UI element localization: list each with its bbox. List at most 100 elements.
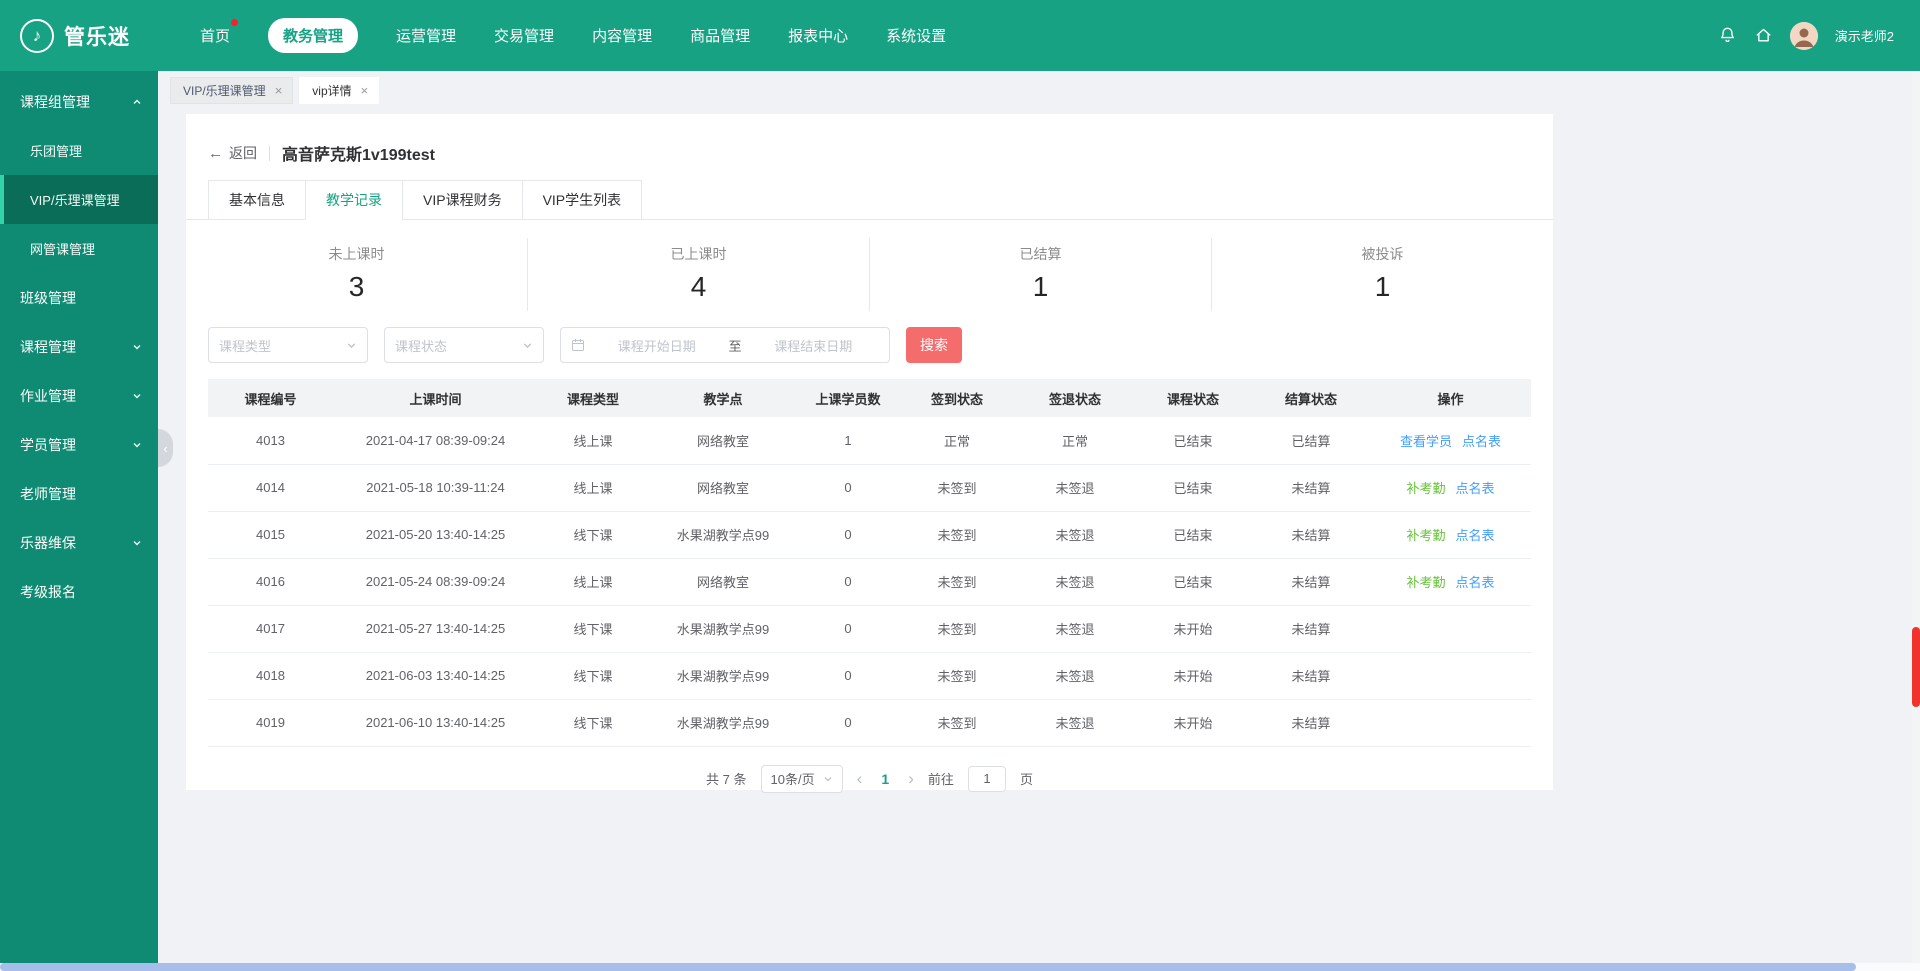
action-link[interactable]: 补考勤	[1406, 528, 1445, 543]
date-range-picker[interactable]: 课程开始日期 至 课程结束日期	[560, 327, 890, 363]
detail-tab[interactable]: VIP学生列表	[522, 180, 643, 220]
nav-item[interactable]: 报表中心	[788, 18, 848, 53]
sidebar-item[interactable]: 乐器维保	[0, 518, 158, 567]
tab-close-icon[interactable]: ×	[275, 84, 283, 97]
sidebar-item[interactable]: 课程组管理	[0, 77, 158, 126]
sidebar-item[interactable]: 学员管理	[0, 420, 158, 469]
back-arrow-icon: ←	[208, 146, 223, 161]
filter-bar: 课程类型 课程状态 课程开始日期 至 课程结束日期 搜索	[208, 327, 1531, 363]
sidebar-subitem-label: 乐团管理	[30, 141, 82, 160]
nav-item[interactable]: 系统设置	[886, 18, 946, 53]
table-cell: 已结算	[1252, 417, 1370, 464]
detail-tab[interactable]: VIP课程财务	[402, 180, 523, 220]
table-cell: 线上课	[538, 558, 648, 605]
page-tab[interactable]: VIP/乐理课管理×	[170, 77, 293, 104]
main-content: ‹ VIP/乐理课管理× vip详情 × ← 返回 高音萨克斯1v199test 基…	[158, 71, 1920, 971]
action-link[interactable]: 补考勤	[1406, 575, 1445, 590]
tab-close-icon[interactable]: ×	[361, 84, 369, 97]
sidebar-item[interactable]: 作业管理	[0, 371, 158, 420]
table-cell: 未结算	[1252, 699, 1370, 746]
nav-item-label: 交易管理	[494, 28, 554, 45]
sidebar-item-label: 学员管理	[20, 435, 76, 455]
calendar-icon	[571, 338, 585, 352]
table-cell: 网络教室	[648, 464, 798, 511]
goto-page-input[interactable]	[968, 766, 1006, 792]
chevron-left-icon: ‹	[163, 441, 167, 456]
actions-cell: 补考勤点名表	[1370, 464, 1531, 511]
current-page[interactable]: 1	[876, 771, 894, 787]
sidebar-subitem[interactable]: 乐团管理	[0, 126, 158, 175]
sidebar-item[interactable]: 班级管理	[0, 273, 158, 322]
column-header: 签退状态	[1016, 379, 1134, 417]
top-navbar: ♪ 管乐迷 首页 教务管理 运营管理 交易管理 内容管理 商品管理 报表中心 系统设置 演示老…	[0, 0, 1920, 71]
column-header: 课程类型	[538, 379, 648, 417]
stat: 已上课时4	[527, 238, 869, 311]
action-link[interactable]: 点名表	[1462, 434, 1501, 449]
action-link[interactable]: 查看学员	[1400, 434, 1452, 449]
table-cell: 已结束	[1134, 558, 1252, 605]
column-header: 上课学员数	[798, 379, 898, 417]
home-icon[interactable]	[1754, 26, 1773, 45]
page-size-select[interactable]: 10条/页	[761, 765, 843, 793]
avatar[interactable]	[1790, 22, 1818, 50]
table-cell: 未结算	[1252, 558, 1370, 605]
table-body: 40132021-04-17 08:39-09:24线上课网络教室1正常正常已结…	[208, 417, 1531, 746]
table-cell: 2021-06-10 13:40-14:25	[333, 699, 538, 746]
nav-item[interactable]: 首页	[200, 18, 230, 53]
brand[interactable]: ♪ 管乐迷	[0, 19, 190, 53]
page-tab-label: vip详情	[312, 82, 351, 99]
action-link[interactable]: 点名表	[1456, 481, 1495, 496]
action-link[interactable]: 点名表	[1456, 528, 1495, 543]
sidebar-item[interactable]: 考级报名	[0, 567, 158, 616]
page-title: 高音萨克斯1v199test	[282, 141, 435, 165]
divider	[269, 146, 270, 161]
detail-tab[interactable]: 基本信息	[208, 180, 306, 220]
table-cell: 未签到	[898, 464, 1016, 511]
horizontal-scrollbar[interactable]	[0, 963, 1920, 971]
action-link[interactable]: 补考勤	[1406, 481, 1445, 496]
open-tabs: VIP/乐理课管理× vip详情 ×	[158, 71, 1920, 104]
course-type-select[interactable]: 课程类型	[208, 327, 368, 363]
nav-item[interactable]: 交易管理	[494, 18, 554, 53]
page-tab[interactable]: vip详情 ×	[299, 77, 379, 104]
course-status-select[interactable]: 课程状态	[384, 327, 544, 363]
stat: 未上课时3	[186, 238, 527, 311]
chevron-down-icon	[522, 340, 533, 351]
table-cell: 4019	[208, 699, 333, 746]
bell-icon[interactable]	[1718, 26, 1737, 45]
vertical-scrollbar[interactable]	[1912, 71, 1920, 963]
sidebar-collapse-button[interactable]: ‹	[158, 429, 173, 467]
back-button[interactable]: ← 返回	[208, 143, 257, 163]
sidebar-item[interactable]: 课程管理	[0, 322, 158, 371]
table-cell: 0	[798, 558, 898, 605]
table-cell: 未开始	[1134, 605, 1252, 652]
next-page-button[interactable]: ›	[908, 770, 914, 787]
prev-page-button[interactable]: ‹	[857, 770, 863, 787]
table-cell: 线下课	[538, 699, 648, 746]
actions-cell: 查看学员点名表	[1370, 417, 1531, 464]
sidebar-item-label: 考级报名	[20, 582, 76, 602]
user-name[interactable]: 演示老师2	[1835, 26, 1894, 45]
nav-item[interactable]: 商品管理	[690, 18, 750, 53]
nav-item[interactable]: 内容管理	[592, 18, 652, 53]
table-cell: 0	[798, 699, 898, 746]
date-start-placeholder: 课程开始日期	[591, 336, 723, 355]
horizontal-scrollbar-thumb[interactable]	[0, 963, 1856, 971]
table-cell: 未签到	[898, 558, 1016, 605]
table-cell: 4017	[208, 605, 333, 652]
table-cell: 未结算	[1252, 605, 1370, 652]
course-type-placeholder: 课程类型	[219, 336, 271, 355]
sidebar-subitem[interactable]: VIP/乐理课管理	[0, 175, 158, 224]
chevron-down-icon	[823, 774, 833, 784]
nav-item[interactable]: 教务管理	[268, 18, 358, 53]
detail-tab[interactable]: 教学记录	[305, 180, 403, 220]
nav-item[interactable]: 运营管理	[396, 18, 456, 53]
course-status-placeholder: 课程状态	[395, 336, 447, 355]
search-button[interactable]: 搜索	[906, 327, 962, 363]
vertical-scrollbar-thumb[interactable]	[1912, 627, 1920, 707]
sidebar: 课程组管理乐团管理 VIP/乐理课管理网管课管理班级管理课程管理作业管理学员管理老…	[0, 71, 158, 971]
sidebar-subitem[interactable]: 网管课管理	[0, 224, 158, 273]
sidebar-item[interactable]: 老师管理	[0, 469, 158, 518]
table-row: 40172021-05-27 13:40-14:25线下课水果湖教学点990未签…	[208, 605, 1531, 652]
action-link[interactable]: 点名表	[1456, 575, 1495, 590]
